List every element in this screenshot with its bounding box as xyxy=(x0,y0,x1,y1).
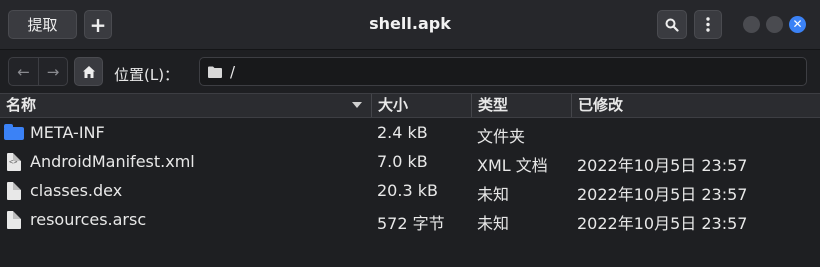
location-bar: ← → 位置(L)： / xyxy=(0,51,820,93)
file-modified: 2022年10月5日 23:57 xyxy=(577,185,748,204)
file-type: 未知 xyxy=(477,185,510,204)
minimize-button[interactable] xyxy=(743,16,760,33)
header-bar: 提取 + shell.apk ✕ xyxy=(0,0,820,50)
navigation-group: ← → xyxy=(8,57,68,86)
forward-button[interactable]: → xyxy=(37,58,67,85)
file-icon xyxy=(4,211,24,229)
xml-file-icon: <> xyxy=(4,153,24,171)
file-name: classes.dex xyxy=(30,181,123,200)
location-path-field[interactable]: / xyxy=(199,57,807,86)
file-row-androidmanifest[interactable]: <> AndroidManifest.xml 7.0 kB XML 文档 202… xyxy=(0,148,820,177)
file-row-resources-arsc[interactable]: resources.arsc 572 字节 未知 2022年10月5日 23:5… xyxy=(0,206,820,235)
file-size: 20.3 kB xyxy=(377,181,438,200)
search-icon xyxy=(665,18,679,32)
search-button[interactable] xyxy=(657,10,687,39)
file-list: META-INF 2.4 kB 文件夹 <> AndroidManifest.x… xyxy=(0,119,820,235)
file-name: META-INF xyxy=(30,123,105,142)
home-icon xyxy=(82,65,95,78)
location-label: 位置(L)： xyxy=(114,66,180,84)
file-icon xyxy=(4,182,24,200)
location-path: / xyxy=(230,62,236,81)
column-header-row: 名称 大小 类型 已修改 xyxy=(0,93,820,118)
maximize-button[interactable] xyxy=(766,16,783,33)
column-header-name[interactable]: 名称 xyxy=(0,94,372,117)
sort-descending-icon xyxy=(352,102,362,108)
file-row-classes-dex[interactable]: classes.dex 20.3 kB 未知 2022年10月5日 23:57 xyxy=(0,177,820,206)
home-button[interactable] xyxy=(74,57,103,86)
file-type: 文件夹 xyxy=(477,127,526,146)
file-modified: 2022年10月5日 23:57 xyxy=(577,156,748,175)
folder-icon xyxy=(208,66,222,78)
column-header-modified[interactable]: 已修改 xyxy=(572,94,820,117)
back-button[interactable]: ← xyxy=(9,58,38,85)
file-size: 2.4 kB xyxy=(377,123,428,142)
close-button[interactable]: ✕ xyxy=(789,16,806,33)
menu-button[interactable] xyxy=(694,10,722,39)
file-size: 7.0 kB xyxy=(377,152,428,171)
file-size: 572 字节 xyxy=(377,214,445,233)
file-name: AndroidManifest.xml xyxy=(30,152,195,171)
column-header-size[interactable]: 大小 xyxy=(372,94,472,117)
file-type: 未知 xyxy=(477,214,510,233)
file-modified: 2022年10月5日 23:57 xyxy=(577,214,748,233)
file-row-meta-inf[interactable]: META-INF 2.4 kB 文件夹 xyxy=(0,119,820,148)
file-type: XML 文档 xyxy=(477,156,548,175)
column-header-type[interactable]: 类型 xyxy=(472,94,572,117)
kebab-menu-icon xyxy=(706,17,710,32)
file-name: resources.arsc xyxy=(30,210,147,229)
folder-icon xyxy=(4,124,24,142)
